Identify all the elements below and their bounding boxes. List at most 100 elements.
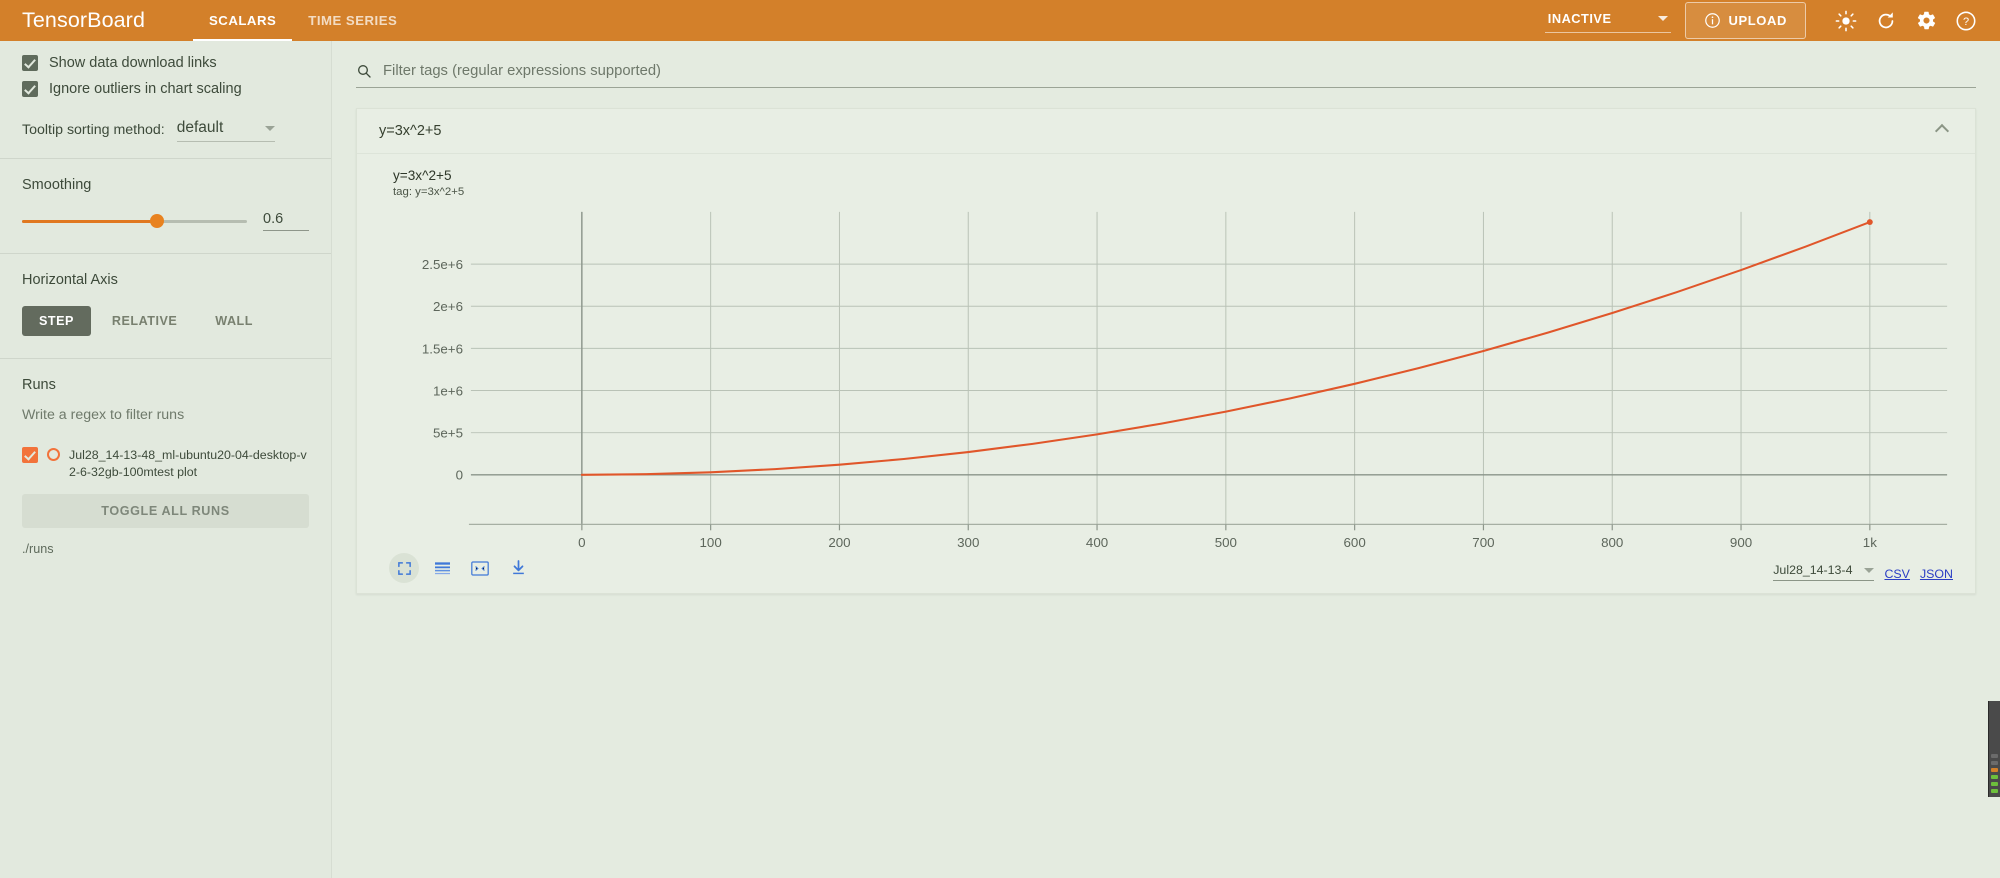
x-tick-label: 0 — [578, 535, 585, 547]
chevron-down-icon — [264, 125, 275, 131]
smoothing-section: Smoothing 0.6 — [0, 159, 331, 253]
download-icon[interactable] — [503, 553, 533, 583]
horizontal-axis-title: Horizontal Axis — [22, 272, 118, 288]
download-csv-link[interactable]: CSV — [1884, 567, 1909, 581]
card-header-title: y=3x^2+5 — [379, 123, 442, 139]
y-tick-label: 1.5e+6 — [422, 341, 463, 356]
checkbox-show-data-download-links[interactable]: Show data download links — [22, 55, 309, 71]
system-monitor-widget[interactable] — [1988, 701, 2000, 797]
info-icon — [1704, 13, 1720, 28]
x-tick-label: 800 — [1601, 535, 1623, 547]
x-tick-label: 400 — [1086, 535, 1108, 547]
help-icon[interactable]: ? — [1946, 1, 1986, 41]
fullscreen-icon[interactable] — [389, 553, 419, 584]
axis-option-step[interactable]: STEP — [22, 306, 91, 336]
run-name-label: Jul28_14-13-48_ml-ubuntu20-04-desktop-v2… — [69, 448, 307, 479]
y-tick-label: 2.5e+6 — [422, 257, 463, 272]
upload-label: UPLOAD — [1728, 13, 1787, 28]
tag-filter-input[interactable]: Filter tags (regular expressions support… — [383, 63, 661, 79]
tab-scalars[interactable]: SCALARS — [193, 0, 293, 41]
grid-horizontal — [470, 263, 1948, 434]
monitor-bar — [1991, 768, 1998, 772]
x-tick-label: 700 — [1472, 535, 1494, 547]
y-tick-label: 1e+6 — [433, 383, 463, 398]
x-tick-label: 1k — [1863, 535, 1877, 547]
chart-export-controls: Jul28_14-13-4 CSV JSON — [1773, 563, 1953, 582]
line-chart-svg[interactable]: 0 5e+5 1e+6 1.5e+6 2e+6 2.5e+6 0 100 200 300 400 5… — [375, 206, 1957, 547]
app-brand: TensorBoard — [22, 8, 146, 32]
monitor-bar — [1991, 789, 1998, 793]
card-header[interactable]: y=3x^2+5 — [357, 109, 1975, 154]
status-select[interactable]: INACTIVE — [1544, 8, 1671, 33]
search-icon — [358, 65, 371, 78]
runs-path-label: ./runs — [22, 542, 54, 557]
chart-toolbar — [375, 553, 1957, 584]
data-table-icon[interactable] — [427, 553, 457, 583]
smoothing-row: 0.6 — [22, 211, 309, 231]
horizontal-axis-options: STEP RELATIVE WALL — [22, 306, 309, 336]
monitor-bar — [1991, 775, 1998, 779]
settings-icon[interactable] — [1906, 1, 1946, 41]
toggle-all-runs-button[interactable]: TOGGLE ALL RUNS — [22, 494, 309, 529]
runs-filter-input[interactable]: Write a regex to filter runs — [22, 403, 309, 431]
chart-title: y=3x^2+5 — [393, 168, 452, 183]
runs-section: Runs Write a regex to filter runs Jul28_… — [0, 359, 331, 570]
svg-text:?: ? — [1963, 16, 1969, 28]
sidebar-options: Show data download links Ignore outliers… — [0, 41, 331, 158]
checkbox-ignore-outliers[interactable]: Ignore outliers in chart scaling — [22, 81, 309, 97]
y-tick-label: 0 — [456, 468, 463, 483]
y-tick-labels: 0 5e+5 1e+6 1.5e+6 2e+6 2.5e+6 — [422, 257, 463, 483]
grid-vertical — [581, 211, 1871, 525]
tooltip-sorting-label: Tooltip sorting method: — [22, 122, 165, 138]
x-tick-marks — [581, 524, 1871, 531]
tooltip-sorting-row: Tooltip sorting method: default — [22, 119, 309, 144]
runs-title: Runs — [22, 377, 56, 393]
nav-tabs: SCALARS TIME SERIES — [193, 0, 413, 41]
brightness-icon[interactable] — [1826, 1, 1866, 41]
x-tick-label: 500 — [1215, 535, 1237, 547]
x-tick-label: 300 — [957, 535, 979, 547]
chart-run-select-value: Jul28_14-13-4 — [1773, 563, 1853, 578]
scalar-card: y=3x^2+5 y=3x^2+5 tag: y=3x^2+5 0 5e+5 1e+… — [356, 108, 1976, 595]
chevron-up-icon[interactable] — [1934, 123, 1950, 139]
fit-domain-icon[interactable] — [465, 553, 495, 583]
monitor-bar — [1991, 761, 1998, 765]
run-checkbox-icon[interactable] — [22, 447, 38, 463]
chart-run-select[interactable]: Jul28_14-13-4 — [1773, 563, 1875, 582]
x-tick-label: 600 — [1344, 535, 1366, 547]
smoothing-slider-thumb[interactable] — [150, 214, 164, 228]
tooltip-sorting-select[interactable]: default — [176, 119, 275, 142]
run-color-circle-icon — [47, 448, 60, 461]
chart-plot[interactable]: 0 5e+5 1e+6 1.5e+6 2e+6 2.5e+6 0 100 200 300 400 5… — [375, 206, 1957, 547]
status-select-label: INACTIVE — [1547, 11, 1612, 26]
checkbox-label: Ignore outliers in chart scaling — [49, 81, 242, 97]
refresh-icon[interactable] — [1866, 1, 1906, 41]
checkbox-label: Show data download links — [49, 55, 217, 71]
smoothing-value[interactable]: 0.6 — [263, 211, 309, 231]
card-body: y=3x^2+5 tag: y=3x^2+5 0 5e+5 1e+6 1.5e+6 2e… — [357, 154, 1975, 593]
series-endpoint-marker — [1866, 219, 1873, 226]
tag-filter-bar[interactable]: Filter tags (regular expressions support… — [356, 63, 1976, 88]
chevron-down-icon — [1657, 16, 1668, 21]
x-tick-label: 100 — [700, 535, 722, 547]
header-actions: INACTIVE CSV UPLOAD — [1544, 1, 1986, 41]
run-list-item[interactable]: Jul28_14-13-48_ml-ubuntu20-04-desktop-v2… — [22, 447, 309, 480]
y-tick-label: 2e+6 — [433, 299, 463, 314]
main-content: Filter tags (regular expressions support… — [332, 41, 2000, 878]
axis-option-relative[interactable]: RELATIVE — [95, 306, 194, 336]
checkbox-icon — [22, 55, 38, 71]
x-tick-labels: 0 100 200 300 400 500 600 700 800 900 1k — [578, 535, 1877, 547]
upload-button[interactable]: CSV UPLOAD — [1684, 2, 1806, 39]
x-tick-label: 900 — [1730, 535, 1752, 547]
smoothing-slider[interactable] — [22, 214, 247, 228]
chart-tag-label: tag: y=3x^2+5 — [393, 186, 465, 198]
axis-option-wall[interactable]: WALL — [198, 306, 270, 336]
monitor-bar — [1991, 754, 1998, 758]
checkbox-icon — [22, 81, 38, 97]
chevron-down-icon — [1864, 567, 1875, 573]
sidebar: Show data download links Ignore outliers… — [0, 41, 332, 878]
tab-time-series[interactable]: TIME SERIES — [292, 0, 413, 41]
y-tick-label: 5e+5 — [433, 426, 463, 441]
download-json-link[interactable]: JSON — [1920, 567, 1953, 581]
smoothing-slider-fill — [22, 219, 157, 223]
